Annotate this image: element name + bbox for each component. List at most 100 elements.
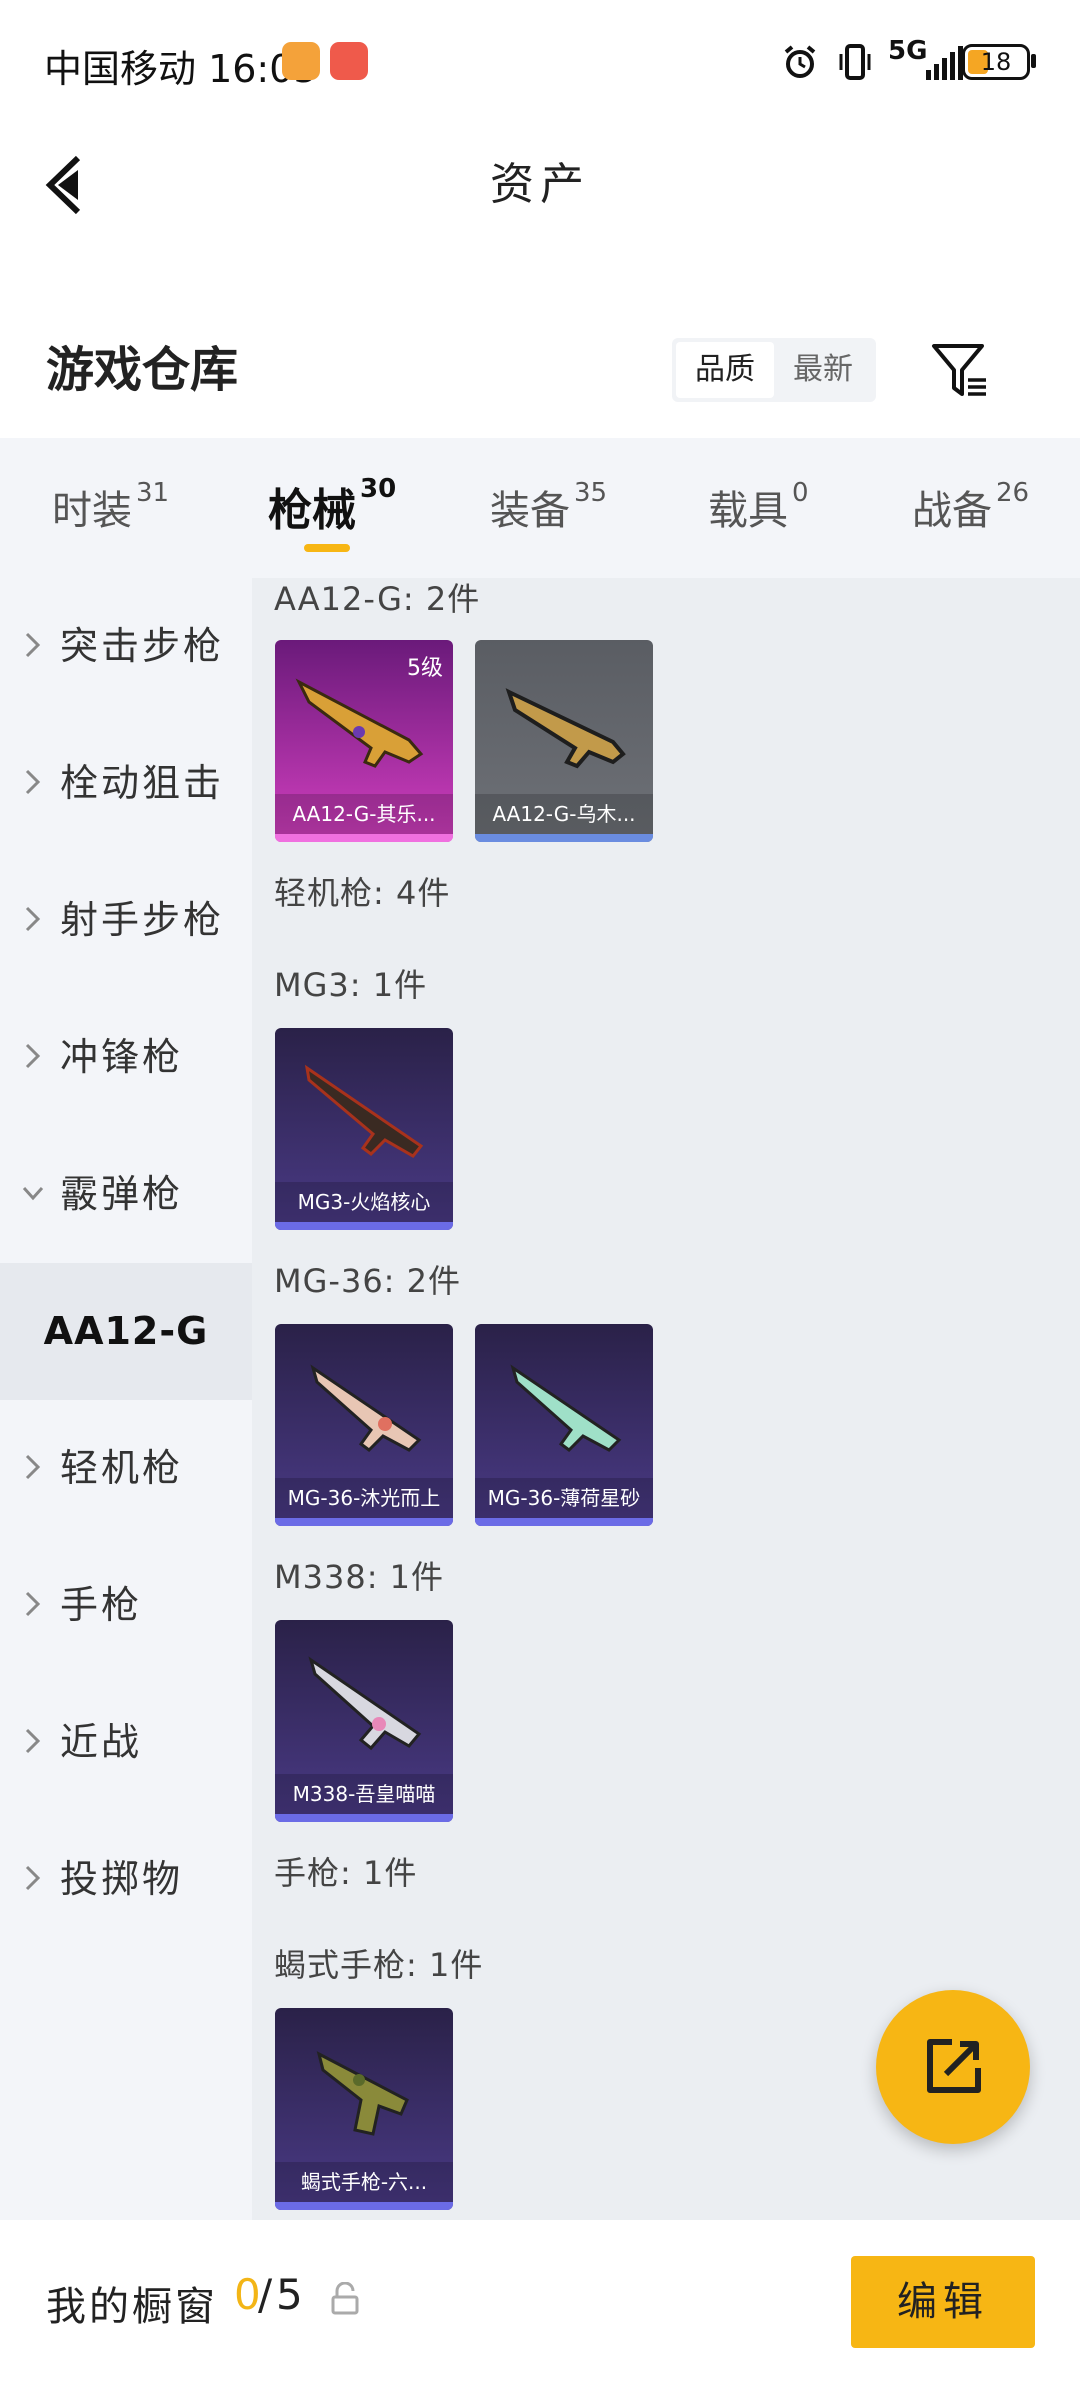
tab-count: 30 <box>360 474 397 504</box>
tab-firearms[interactable]: 枪械 30 <box>268 474 396 538</box>
chevron-right-icon <box>25 1591 41 1617</box>
sidebar-item-melee[interactable]: 近战 <box>0 1674 252 1811</box>
rarity-bar <box>275 1518 453 1526</box>
chevron-right-icon <box>25 906 41 932</box>
item-grid: AA12-G: 2件 5级 AA12-G-其乐... AA12-G-乌木... … <box>252 578 1080 2220</box>
sort-by-quality[interactable]: 品质 <box>676 342 774 398</box>
lock-icon <box>331 2282 359 2315</box>
carrier-time: 中国移动 16:05 <box>44 47 318 91</box>
group-header: 蝎式手枪: 1件 <box>274 1946 484 1984</box>
sidebar-item-lmg[interactable]: 轻机枪 <box>0 1400 252 1537</box>
tab-count: 0 <box>792 478 809 508</box>
sidebar-item-label: 射手步枪 <box>60 898 225 942</box>
showcase-total-count: 5 <box>276 2270 303 2319</box>
heart-app-icon <box>282 42 320 80</box>
sidebar-item-smg[interactable]: 冲锋枪 <box>0 989 252 1126</box>
share-icon <box>927 2039 981 2093</box>
sidebar-item-label: 投掷物 <box>60 1857 184 1901</box>
item-name: MG-36-薄荷星砂 <box>475 1478 653 1518</box>
sidebar-item-label: 突击步枪 <box>60 624 225 668</box>
machine-gun-image <box>310 1364 422 1452</box>
sidebar-item-label: 近战 <box>60 1720 143 1764</box>
group-header: M338: 1件 <box>274 1558 445 1596</box>
item-card[interactable]: MG-36-薄荷星砂 <box>475 1324 653 1526</box>
sidebar-subitem-aa12g[interactable]: AA12-G <box>0 1263 252 1400</box>
battery-tip <box>1031 54 1036 68</box>
sidebar-item-label: 冲锋枪 <box>60 1035 184 1079</box>
sidebar-item-pistol[interactable]: 手枪 <box>0 1537 252 1674</box>
sidebar-item-shotgun[interactable]: 霰弹枪 <box>0 1126 252 1263</box>
sidebar-item-label: AA12-G <box>43 1309 209 1353</box>
item-name: AA12-G-其乐... <box>275 794 453 834</box>
share-fab[interactable] <box>876 1990 1030 2144</box>
video-app-icon <box>330 42 368 80</box>
alarm-icon <box>784 45 816 78</box>
chevron-right-icon <box>25 1043 41 1069</box>
rarity-bar <box>475 1518 653 1526</box>
edit-button[interactable]: 编辑 <box>851 2256 1035 2348</box>
sidebar-item-label: 栓动狙击 <box>60 761 225 805</box>
item-card[interactable]: 蝎式手枪-六... <box>275 2008 453 2210</box>
sidebar-item-label: 手枪 <box>60 1583 143 1627</box>
vibrate-icon <box>839 44 871 80</box>
item-name: MG-36-沐光而上 <box>275 1478 453 1518</box>
bottom-bar: 我的橱窗 0 / 5 编辑 <box>0 2220 1080 2382</box>
tab-fashion[interactable]: 时装 31 <box>52 478 169 536</box>
sort-toggle: 品质 最新 <box>672 338 876 402</box>
item-card[interactable]: MG-36-沐光而上 <box>275 1324 453 1526</box>
tab-equipment[interactable]: 装备 35 <box>490 478 607 536</box>
showcase-used-count: 0 <box>234 2270 261 2319</box>
rarity-bar <box>275 2202 453 2210</box>
network-type: 5G <box>888 36 928 66</box>
back-arrow-icon[interactable] <box>40 150 90 220</box>
sidebar-item-assault-rifle[interactable]: 突击步枪 <box>0 578 252 715</box>
rarity-bar <box>475 834 653 842</box>
group-header: MG3: 1件 <box>274 966 428 1004</box>
item-card[interactable]: AA12-G-乌木... <box>475 640 653 842</box>
sidebar-item-label: 轻机枪 <box>60 1446 184 1490</box>
sidebar: 突击步枪 栓动狙击 射手步枪 冲锋枪 霰弹枪 AA12-G 轻机枪 手枪 近战 … <box>0 578 252 2220</box>
shotgun-image <box>295 678 424 768</box>
sidebar-item-throwable[interactable]: 投掷物 <box>0 1811 252 1948</box>
group-header: 手枪: 1件 <box>274 1854 418 1892</box>
showcase-separator: / <box>258 2270 273 2319</box>
tab-count: 31 <box>136 478 170 508</box>
filter-icon[interactable] <box>930 340 990 400</box>
machine-gun-image <box>510 1364 622 1452</box>
battery-icon: 18 <box>962 44 1030 80</box>
item-name: 蝎式手枪-六... <box>275 2162 453 2202</box>
sidebar-item-bolt-sniper[interactable]: 栓动狙击 <box>0 715 252 852</box>
section-title: 游戏仓库 <box>46 342 239 398</box>
item-card[interactable]: MG3-火焰核心 <box>275 1028 453 1230</box>
battery-percent: 18 <box>980 48 1012 76</box>
sidebar-item-label: 霰弹枪 <box>60 1172 184 1216</box>
sidebar-item-marksman-rifle[interactable]: 射手步枪 <box>0 852 252 989</box>
category-tabs: 时装 31 枪械 30 装备 35 载具 0 战备 26 <box>0 438 1080 578</box>
item-card[interactable]: M338-吾皇喵喵 <box>275 1620 453 1822</box>
tab-vehicles[interactable]: 载具 0 <box>708 478 809 536</box>
group-header: AA12-G: 2件 <box>274 580 481 618</box>
page-title: 资产 <box>490 159 590 210</box>
chevron-right-icon <box>25 1454 41 1480</box>
rarity-bar <box>275 834 453 842</box>
status-bar: 中国移动 16:05 5G 18 <box>0 0 1080 120</box>
item-name: M338-吾皇喵喵 <box>275 1774 453 1814</box>
tab-label: 时装 <box>52 488 132 534</box>
shotgun-image <box>505 688 626 769</box>
item-name: MG3-火焰核心 <box>275 1182 453 1222</box>
rifle-image <box>308 1656 422 1751</box>
tab-supplies[interactable]: 战备 26 <box>912 478 1029 536</box>
showcase-label: 我的橱窗 <box>46 2284 218 2330</box>
tab-label: 载具 <box>708 488 788 534</box>
active-tab-indicator <box>304 544 350 552</box>
item-card[interactable]: 5级 AA12-G-其乐... <box>275 640 453 842</box>
group-header: MG-36: 2件 <box>274 1262 461 1300</box>
tab-label: 枪械 <box>268 485 356 536</box>
chevron-right-icon <box>25 1728 41 1754</box>
sort-by-newest[interactable]: 最新 <box>774 342 872 398</box>
rarity-bar <box>275 1814 453 1822</box>
tab-count: 26 <box>996 478 1030 508</box>
chevron-right-icon <box>25 632 41 658</box>
group-header: 轻机枪: 4件 <box>274 874 451 912</box>
chevron-right-icon <box>25 769 41 795</box>
